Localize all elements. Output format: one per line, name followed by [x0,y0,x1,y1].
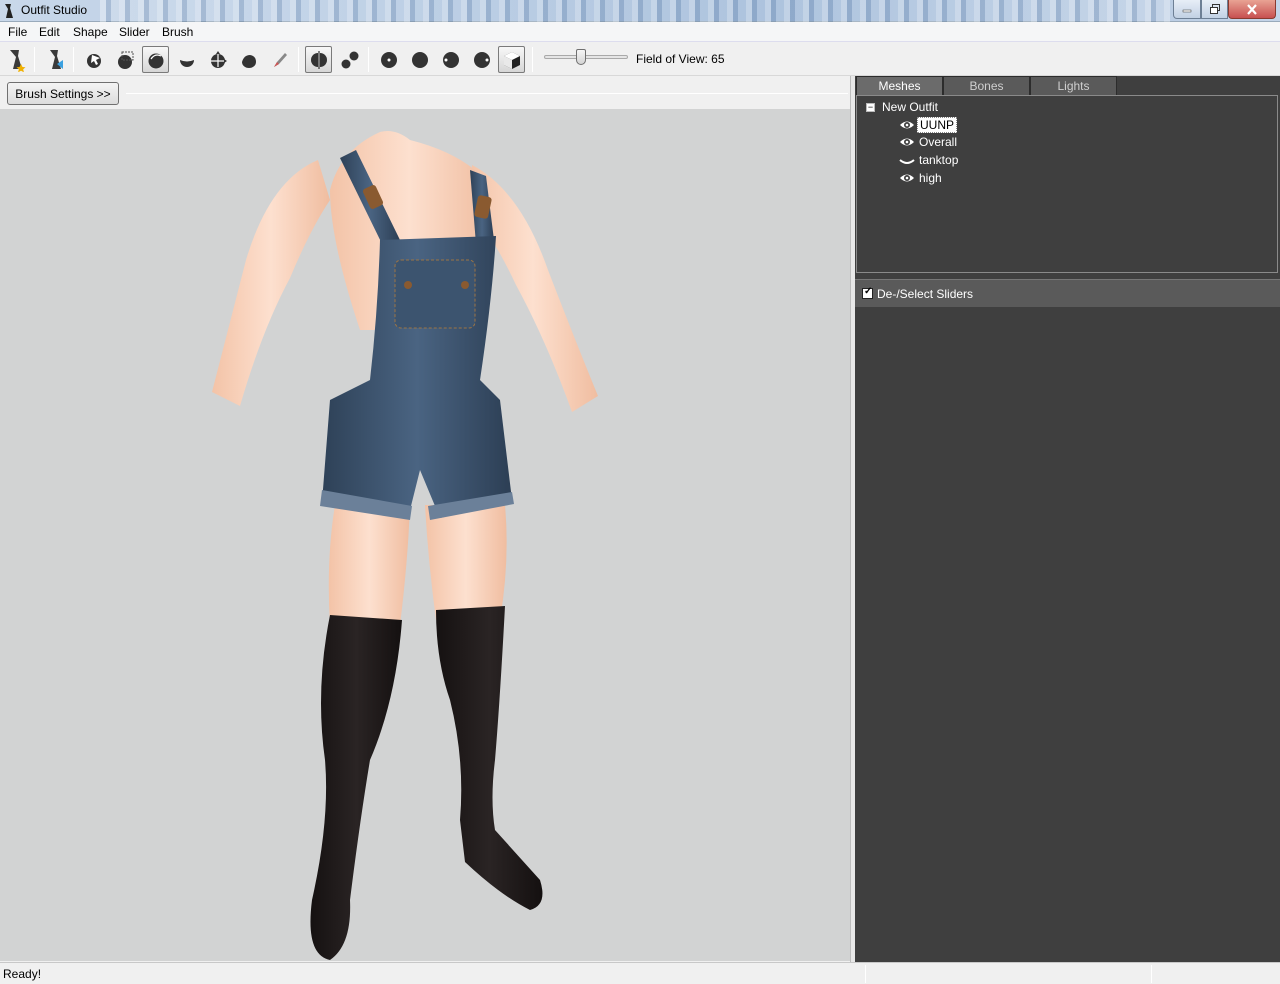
weight-paint-icon [273,52,287,67]
eye-icon[interactable] [899,136,915,148]
toolbar-separator [34,47,35,72]
mask-tool-icon [117,51,133,69]
menu-slider[interactable]: Slider [119,25,150,39]
view-front-icon [380,51,397,68]
title-bar: Outfit Studio [0,0,1280,22]
select-sliders-label[interactable]: De-/Select Sliders [877,287,973,301]
move-brush-button[interactable] [204,46,231,73]
eye-icon[interactable] [899,172,915,184]
connected-only-icon [341,51,358,68]
view-right-button[interactable] [437,46,464,73]
deflate-brush-icon [179,59,194,67]
view-left-button[interactable] [406,46,433,73]
toolbar-separator [73,47,74,72]
status-bar: Ready! [0,962,1280,984]
select-tool-icon [86,53,101,68]
move-brush-icon [210,50,227,68]
brush-settings-button[interactable]: Brush Settings >> [7,82,119,105]
menu-file[interactable]: File [8,25,27,39]
view-left-icon [411,51,428,68]
menu-edit[interactable]: Edit [39,25,60,39]
desktop-background-strip [100,0,1170,22]
field-of-view-label: Field of View: 65 [636,52,725,66]
tree-root-label[interactable]: New Outfit [882,100,938,114]
close-button[interactable] [1228,0,1276,19]
tree-root-node[interactable]: − New Outfit [866,100,938,114]
x-mirror-icon [310,50,327,69]
inflate-brush-icon [148,53,163,68]
menu-bar: File Edit Shape Slider Brush [0,22,1280,42]
perspective-view-button[interactable] [498,46,525,73]
tab-meshes[interactable]: Meshes [856,76,943,95]
restore-button[interactable] [1201,0,1228,19]
collapse-toggle[interactable]: − [866,102,875,112]
field-of-view-slider[interactable] [544,49,628,65]
mesh-item-overall[interactable]: Overall [899,135,959,149]
eye-icon[interactable] [899,119,915,131]
window-title: Outfit Studio [21,3,88,17]
slider-track [544,55,628,59]
smooth-brush-button[interactable] [235,46,262,73]
slider-thumb[interactable] [576,49,586,65]
tab-bones[interactable]: Bones [943,76,1030,95]
mesh-label[interactable]: high [917,171,944,185]
menu-shape[interactable]: Shape [73,25,108,39]
outfit-studio-icon [5,4,13,18]
inflate-brush-button[interactable] [142,46,169,73]
select-sliders-checkbox[interactable] [862,286,873,299]
minimize-icon [1182,9,1192,13]
toolbar-separator [368,47,369,72]
restore-icon [1209,4,1220,14]
eye-closed-icon[interactable] [899,154,915,166]
mesh-label[interactable]: Overall [917,135,959,149]
toolbar-separator [532,47,533,72]
load-reference-button[interactable] [42,46,69,73]
view-back-button[interactable] [468,46,495,73]
mesh-label[interactable]: tanktop [917,153,960,167]
slider-select-header: De-/Select Sliders [855,279,1280,307]
right-panel: Meshes Bones Lights − New Outfit UUNP Ov… [855,76,1280,962]
new-project-button[interactable] [3,46,30,73]
3d-viewport[interactable] [0,109,850,961]
select-tool-button[interactable] [80,46,107,73]
slider-list [855,307,1280,962]
weight-paint-button[interactable] [266,46,293,73]
toolbar-separator [298,47,299,72]
status-text: Ready! [3,967,42,981]
mask-tool-button[interactable] [111,46,138,73]
status-separator [865,965,866,983]
brush-settings-divider [126,93,848,94]
deflate-brush-button[interactable] [173,46,200,73]
status-separator [1151,965,1152,983]
mesh-tree: − New Outfit UUNP Overall tanktop high [856,95,1278,273]
connected-only-button[interactable] [336,46,363,73]
outfit-model-render [212,131,598,960]
mesh-item-uunp[interactable]: UUNP [899,117,958,133]
mesh-item-high[interactable]: high [899,171,944,185]
view-back-icon [473,51,490,68]
view-right-icon [442,51,459,68]
mesh-label[interactable]: UUNP [917,117,958,133]
perspective-view-icon [503,51,520,69]
view-front-button[interactable] [375,46,402,73]
smooth-brush-icon [241,54,256,68]
mesh-item-tanktop[interactable]: tanktop [899,153,960,167]
tab-lights[interactable]: Lights [1030,76,1117,95]
new-project-tool-icon [9,49,25,72]
menu-brush[interactable]: Brush [162,25,193,39]
load-reference-tool-icon [49,49,63,69]
x-mirror-button[interactable] [305,46,332,73]
close-icon [1247,3,1257,15]
minimize-button[interactable] [1173,0,1201,19]
